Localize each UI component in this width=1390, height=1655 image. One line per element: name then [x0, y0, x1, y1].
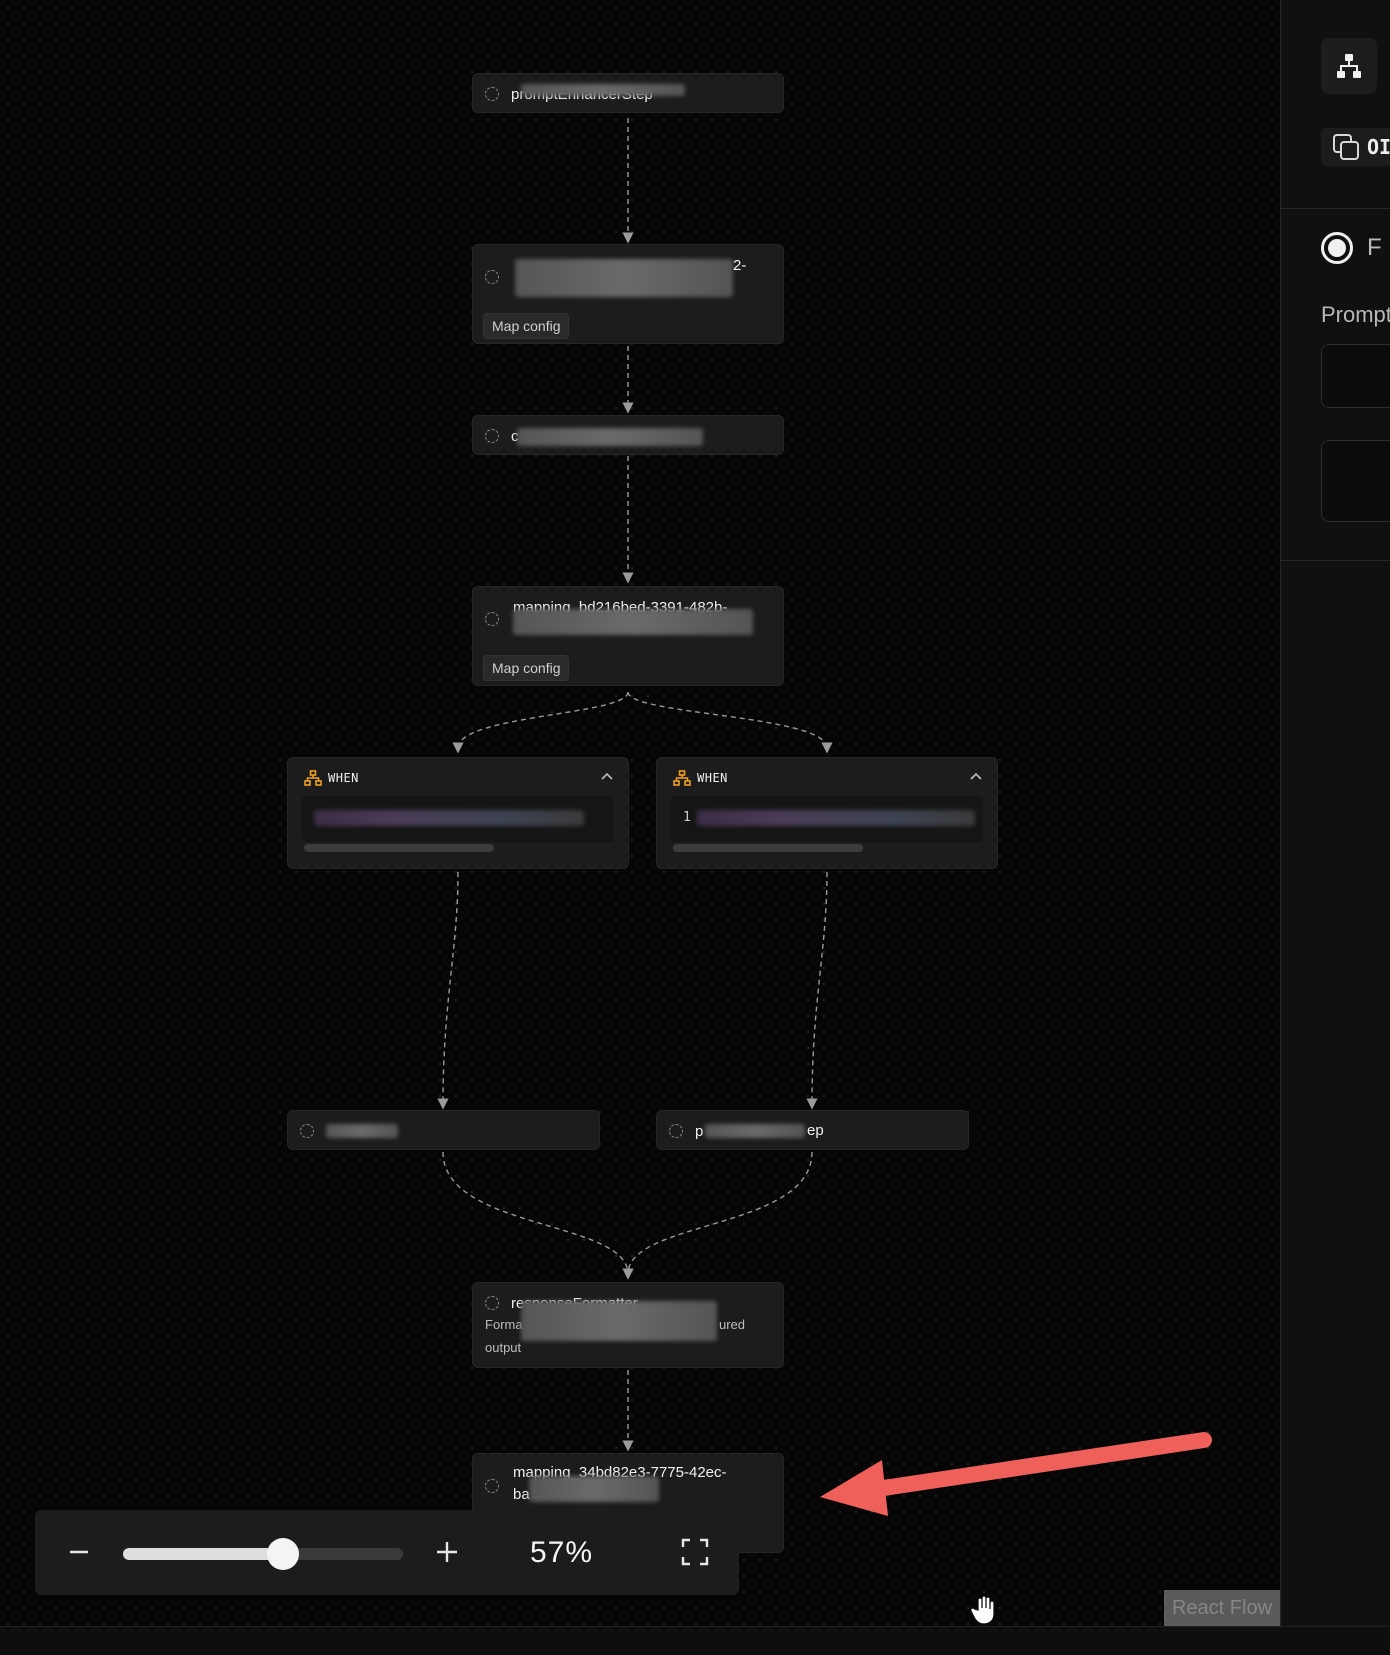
status-pending-icon: [669, 1124, 683, 1138]
radio-option[interactable]: F: [1321, 232, 1382, 264]
chevron-up-icon[interactable]: [969, 770, 983, 784]
minus-icon: [70, 1550, 88, 1554]
edge-8: [442, 1151, 634, 1280]
branch-icon: [304, 770, 322, 786]
node-header: p: [669, 1111, 703, 1151]
zoom-out-button[interactable]: [59, 1532, 99, 1572]
edge-4: [452, 691, 629, 754]
node-header: c: [485, 416, 519, 456]
flow-canvas[interactable]: promptEnhancerStep 2- Map config c mappi…: [0, 0, 1280, 1626]
status-pending-icon: [485, 270, 499, 284]
status-pending-icon: [485, 87, 499, 101]
radio-selected-icon: [1321, 232, 1353, 264]
map-config-button[interactable]: Map config: [483, 313, 570, 339]
prompt-label: Prompt: [1321, 302, 1390, 327]
bottom-bar: [0, 1626, 1390, 1655]
zoom-percentage: 57%: [530, 1536, 594, 1569]
when-label: WHEN: [328, 771, 359, 785]
edge-6: [437, 871, 459, 1110]
node-branch-right-step[interactable]: p ep: [656, 1110, 969, 1150]
redaction: [521, 84, 685, 96]
chevron-up-icon[interactable]: [600, 770, 614, 784]
right-panel: OI F Prompt: [1280, 0, 1390, 1626]
copy-id-text: OI: [1367, 135, 1390, 159]
node-branch-left-step[interactable]: [287, 1110, 600, 1150]
node-description-line2: output: [485, 1340, 522, 1355]
zoom-in-button[interactable]: [427, 1532, 467, 1572]
node-description-prefix: Forma: [485, 1317, 523, 1332]
plus-icon: [437, 1542, 457, 1562]
redaction: [513, 609, 753, 635]
node-description-suffix: ured: [719, 1317, 746, 1332]
panel-divider: [1281, 208, 1390, 209]
edge-7: [806, 871, 828, 1110]
redaction: [697, 810, 975, 826]
redaction: [314, 810, 584, 826]
node-title-suffix: ep: [807, 1122, 824, 1139]
branch-icon: [673, 770, 691, 786]
status-pending-icon: [485, 1296, 499, 1310]
redaction: [705, 1124, 805, 1138]
node-header: [485, 1454, 511, 1518]
node-header: [485, 245, 511, 309]
zoom-slider-fill: [123, 1548, 283, 1560]
zoom-slider-handle[interactable]: [266, 1538, 299, 1570]
status-pending-icon: [300, 1124, 314, 1138]
react-flow-attribution[interactable]: React Flow: [1164, 1590, 1280, 1626]
status-pending-icon: [485, 1479, 499, 1493]
workflow-icon-button[interactable]: [1321, 38, 1377, 94]
status-pending-icon: [485, 429, 499, 443]
horizontal-scrollbar[interactable]: [304, 844, 494, 852]
fullscreen-icon: [681, 1538, 709, 1566]
zoom-slider[interactable]: [123, 1538, 403, 1570]
hand-cursor-icon: [970, 1595, 995, 1625]
redaction: [326, 1124, 398, 1138]
node-step-3[interactable]: c: [472, 415, 784, 455]
node-title-prefix: p: [695, 1122, 704, 1140]
status-pending-icon: [485, 612, 499, 626]
redaction: [515, 259, 733, 297]
line-number: 1: [683, 810, 691, 825]
node-title-suffix: 2-: [733, 257, 747, 274]
when-condition-right[interactable]: WHEN 1: [656, 757, 998, 869]
when-condition-left[interactable]: WHEN: [287, 757, 629, 869]
hierarchy-icon: [1337, 54, 1361, 78]
condition-code-editor[interactable]: [302, 796, 614, 842]
redaction: [529, 1476, 659, 1502]
prompt-input[interactable]: [1321, 344, 1390, 408]
node-header: [485, 587, 511, 651]
when-header: WHEN: [673, 770, 728, 786]
node-mapping-2[interactable]: 2- Map config: [472, 244, 784, 344]
edge-9: [622, 1151, 813, 1280]
zoom-controls: 57%: [35, 1510, 739, 1595]
condition-code-editor[interactable]: 1: [671, 796, 983, 842]
horizontal-scrollbar[interactable]: [673, 844, 863, 852]
redaction: [517, 428, 703, 446]
copy-icon: [1333, 134, 1359, 160]
when-label: WHEN: [697, 771, 728, 785]
edge-5: [627, 691, 833, 754]
map-config-button[interactable]: Map config: [483, 655, 570, 681]
radio-label: F: [1367, 234, 1382, 261]
node-title-line2: ba: [513, 1486, 530, 1503]
node-header: [300, 1111, 326, 1151]
node-response-formatter[interactable]: responseFormatter Forma ured output: [472, 1282, 784, 1368]
fit-view-button[interactable]: [675, 1532, 715, 1572]
redaction: [521, 1301, 717, 1341]
copy-id-chip[interactable]: OI: [1321, 128, 1390, 166]
when-header: WHEN: [304, 770, 359, 786]
annotation-arrow: [820, 1432, 1212, 1516]
node-mapping-bd216bed[interactable]: mapping_bd216bed-3391-482b- Map config: [472, 586, 784, 686]
node-prompt-enhancer[interactable]: promptEnhancerStep: [472, 73, 784, 113]
prompt-textarea[interactable]: [1321, 440, 1390, 522]
panel-divider: [1281, 560, 1390, 561]
